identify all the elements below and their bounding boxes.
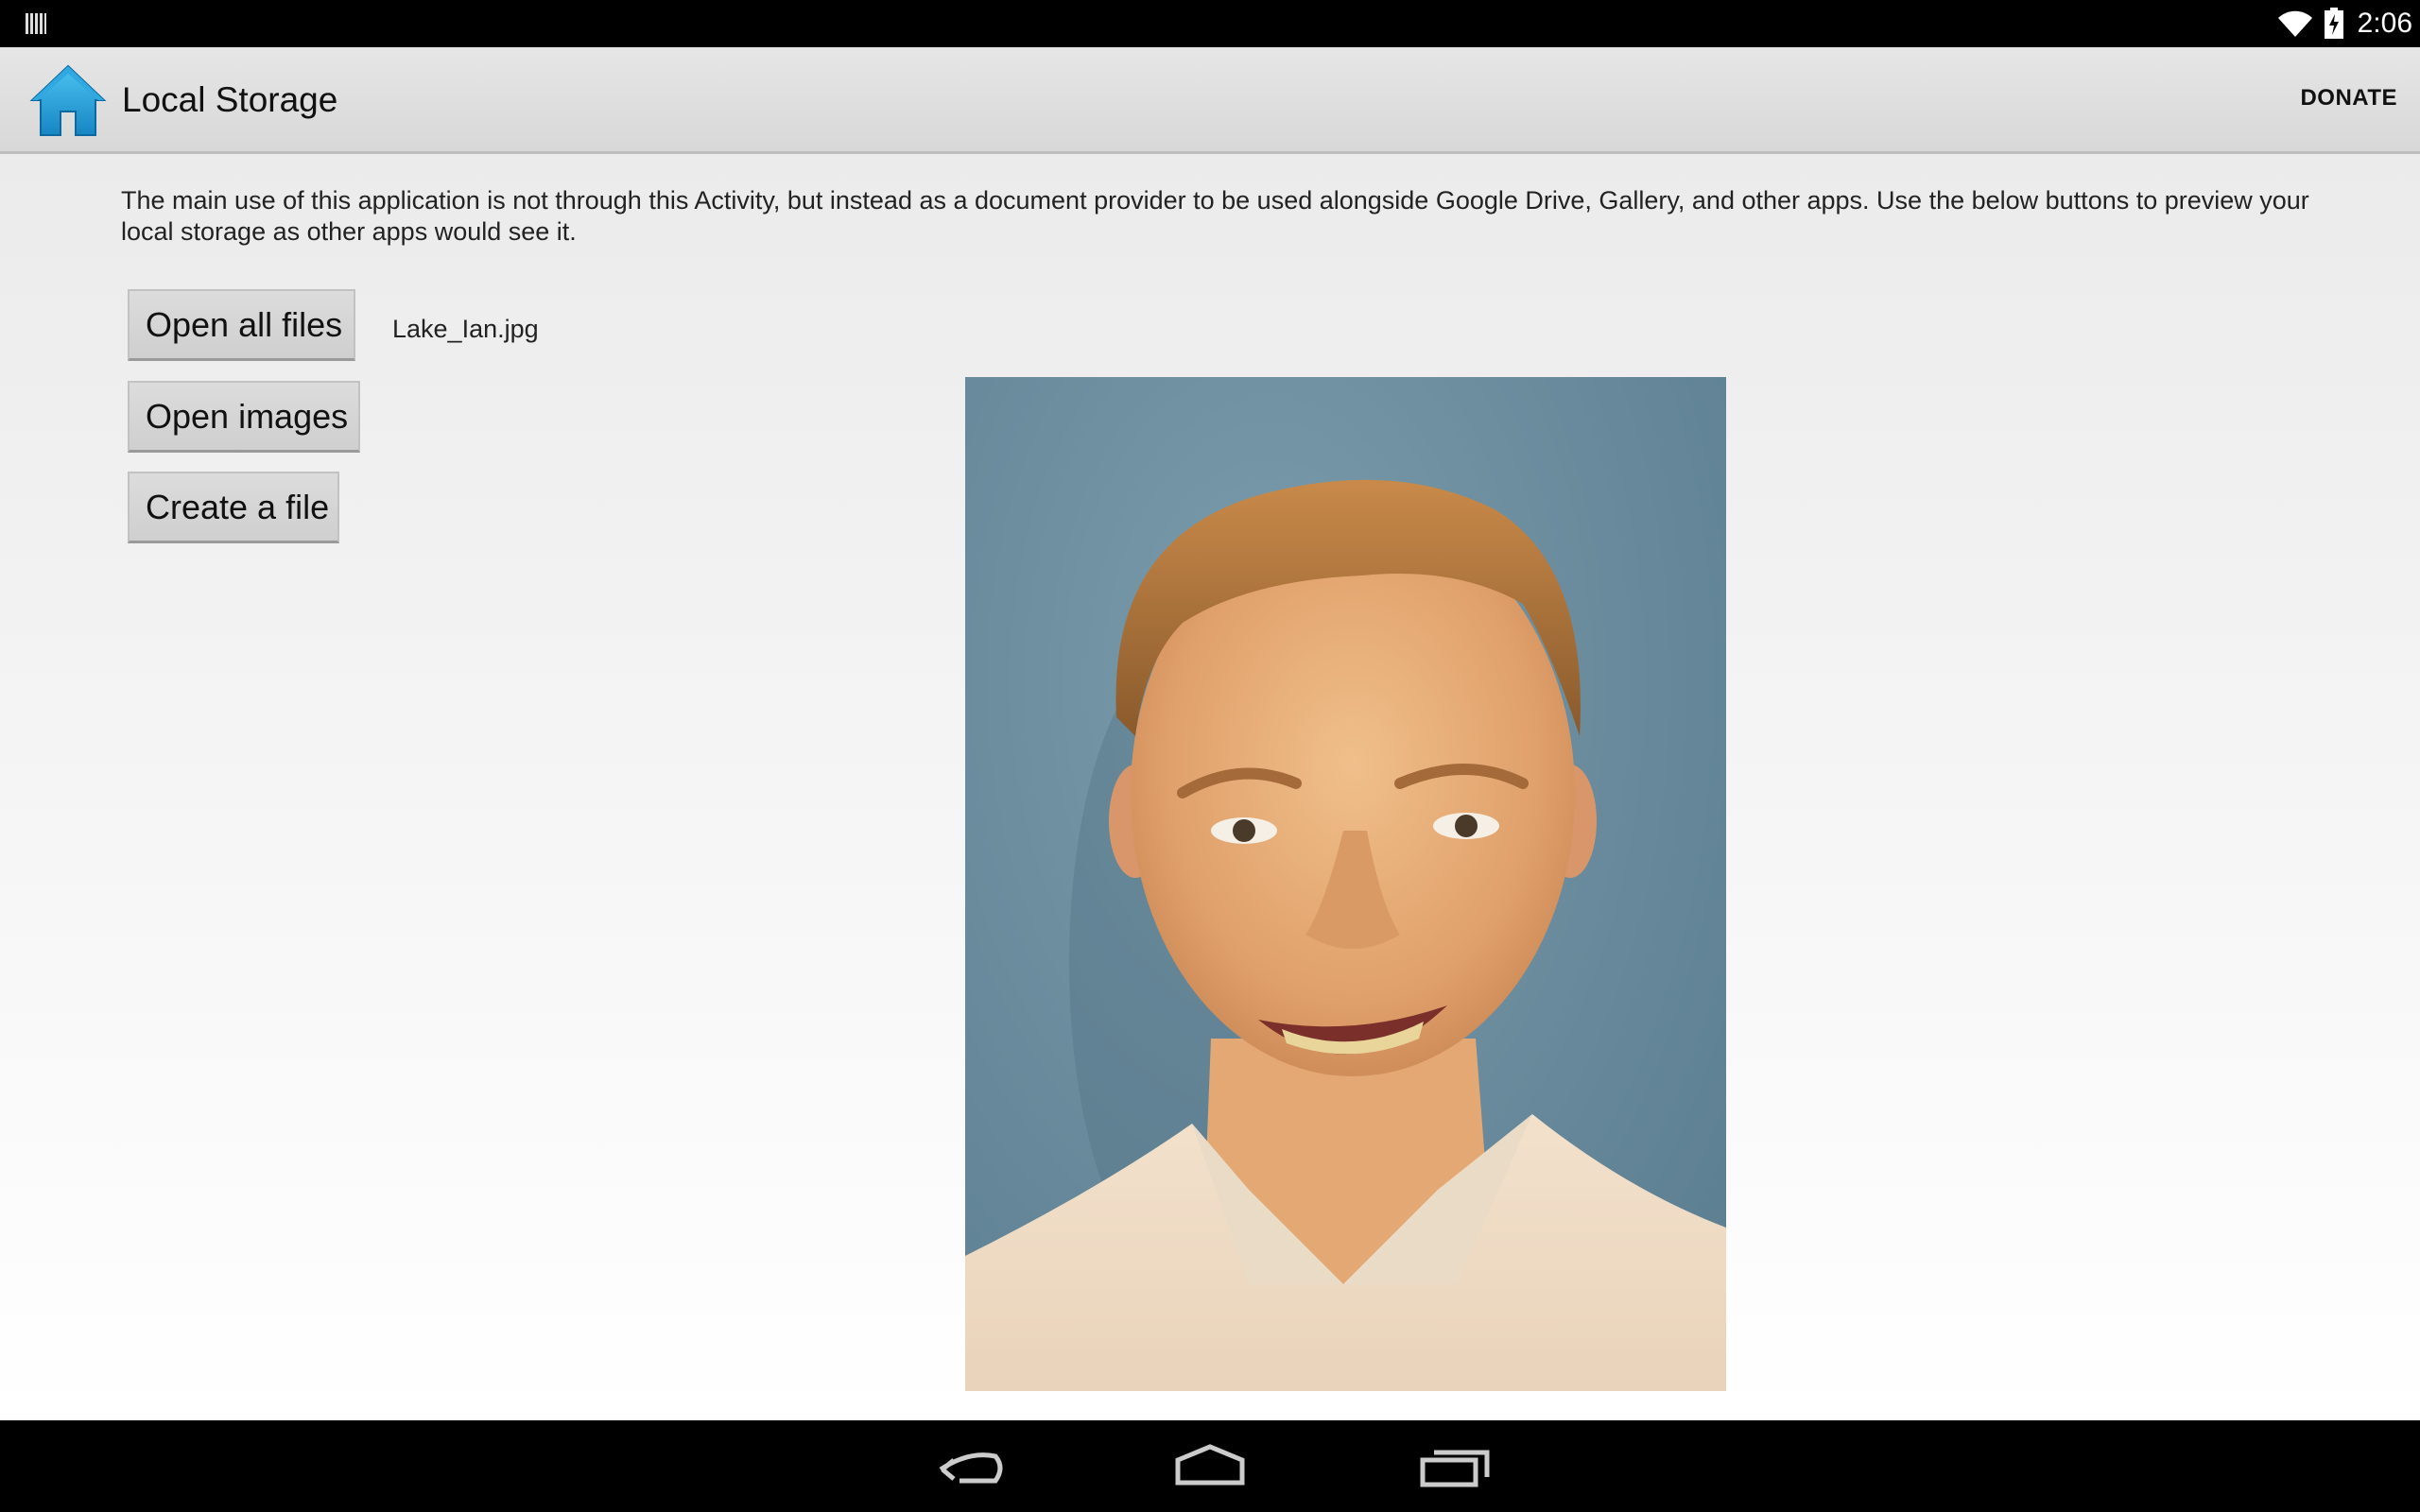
app-title: Local Storage	[122, 80, 338, 119]
status-bar: 2:06	[0, 0, 2420, 47]
content-area: The main use of this application is not …	[0, 154, 2420, 1420]
back-icon[interactable]	[922, 1439, 1016, 1496]
open-all-files-button[interactable]: Open all files	[128, 289, 355, 361]
notification-icon	[26, 13, 46, 34]
intro-text: The main use of this application is not …	[121, 186, 2309, 246]
navigation-bar	[0, 1420, 2420, 1512]
open-images-button[interactable]: Open images	[128, 381, 360, 453]
home-icon[interactable]	[28, 62, 108, 138]
battery-charging-icon	[2324, 8, 2343, 39]
donate-button[interactable]: DONATE	[2294, 81, 2403, 115]
create-file-button[interactable]: Create a file	[128, 472, 339, 543]
wifi-icon	[2277, 10, 2312, 37]
clock: 2:06	[2357, 8, 2412, 39]
home-nav-icon[interactable]	[1163, 1439, 1257, 1496]
selected-file-name: Lake_Ian.jpg	[392, 315, 539, 343]
preview-image	[965, 377, 1726, 1391]
action-bar: Local Storage DONATE	[0, 47, 2420, 154]
recent-apps-icon[interactable]	[1406, 1439, 1500, 1496]
